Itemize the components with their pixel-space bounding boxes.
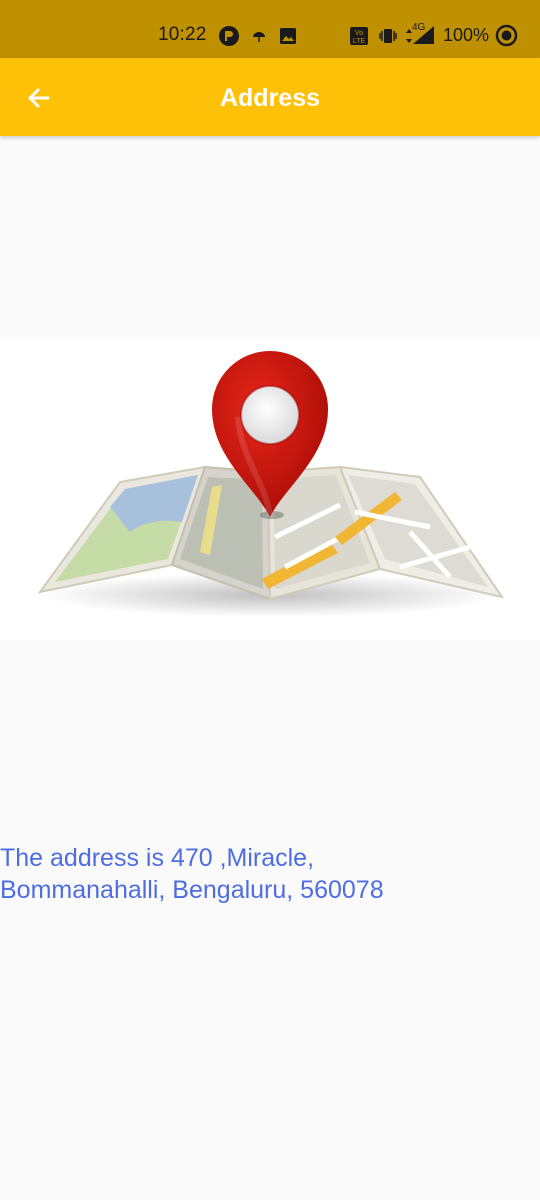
status-bar: 10:22 Vo LTE 4G 100% — [0, 0, 540, 58]
volte-icon: Vo LTE — [350, 27, 368, 45]
battery-saver-icon — [495, 24, 518, 47]
image-icon — [280, 28, 296, 44]
umbrella-icon — [253, 32, 265, 42]
vibrate-icon — [379, 29, 397, 43]
svg-text:Vo: Vo — [355, 30, 363, 37]
signal-icon — [413, 26, 434, 44]
address-text: The address is 470 ,Miracle, Bommanahall… — [0, 842, 540, 906]
battery-percent: 100% — [443, 25, 490, 45]
page-title: Address — [219, 84, 321, 112]
address-line-1: The address is 470 ,Miracle, — [0, 844, 315, 872]
map-pin-illustration — [0, 337, 540, 640]
map-illustration-svg — [37, 351, 505, 617]
status-time: 10:22 — [158, 24, 207, 45]
svg-text:LTE: LTE — [353, 38, 366, 45]
address-line-2: Bommanahalli, Bengaluru, 560078 — [0, 876, 384, 904]
app-notification-icon — [219, 26, 239, 46]
app-bar: Address — [0, 58, 540, 136]
